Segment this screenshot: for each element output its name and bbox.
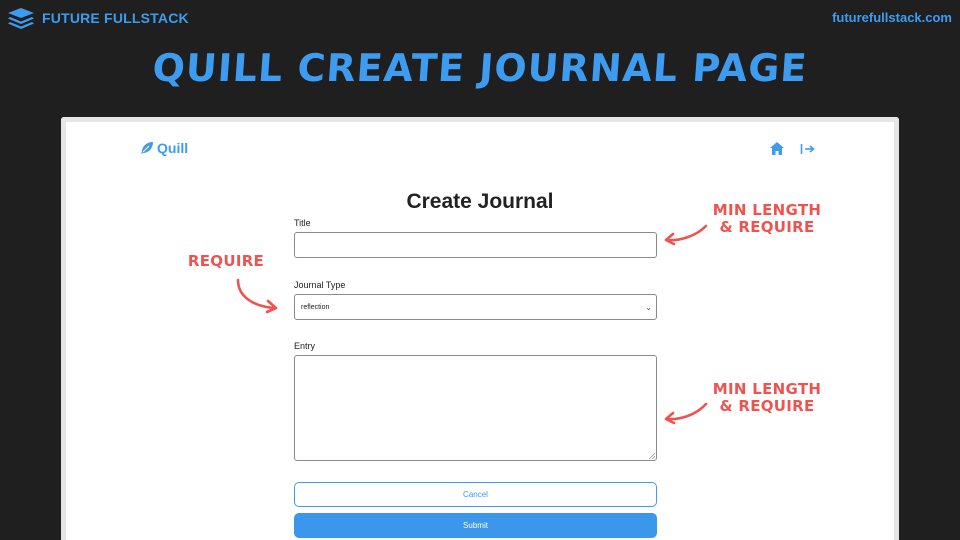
type-annotation: REQUIRE [187, 252, 265, 270]
slide-title: QUILL CREATE JOURNAL PAGE [151, 46, 809, 90]
logout-icon[interactable] [800, 143, 815, 155]
entry-label: Entry [294, 341, 316, 351]
nav-bar [770, 142, 815, 155]
submit-button[interactable]: Submit [294, 513, 657, 538]
title-annotation-line1: MIN LENGTH [712, 201, 822, 219]
brand-logo: FUTURE FULLSTACK [6, 6, 189, 30]
journal-type-select[interactable]: reflection ⌄ [294, 294, 657, 320]
entry-textarea[interactable] [294, 355, 657, 461]
site-url[interactable]: futurefullstack.com [832, 10, 952, 25]
app-logo-text: Quill [157, 140, 189, 156]
entry-annotation-line1: MIN LENGTH [712, 380, 822, 398]
journal-type-value: reflection [301, 304, 330, 311]
entry-annotation-line2: & REQUIRE [719, 397, 815, 415]
title-annotation: MIN LENGTH & REQUIRE [708, 202, 826, 236]
home-icon[interactable] [770, 142, 784, 155]
entry-arrow-icon [664, 402, 708, 425]
layers-icon [8, 8, 34, 29]
title-arrow-icon [664, 224, 708, 246]
chevron-down-icon: ⌄ [645, 303, 652, 312]
entry-annotation: MIN LENGTH & REQUIRE [708, 381, 826, 415]
feather-icon [141, 142, 153, 154]
journal-type-label: Journal Type [294, 280, 346, 290]
app-logo[interactable]: Quill [140, 140, 188, 156]
type-arrow-icon [236, 278, 278, 314]
brand-name: FUTURE FULLSTACK [42, 10, 189, 26]
title-input[interactable] [294, 232, 657, 258]
resize-grip-icon[interactable] [649, 453, 655, 459]
title-label: Title [294, 218, 311, 228]
app-window: Quill Create Journal Title Journal Type … [61, 117, 899, 540]
cancel-button[interactable]: Cancel [294, 482, 657, 507]
title-annotation-line2: & REQUIRE [719, 218, 815, 236]
